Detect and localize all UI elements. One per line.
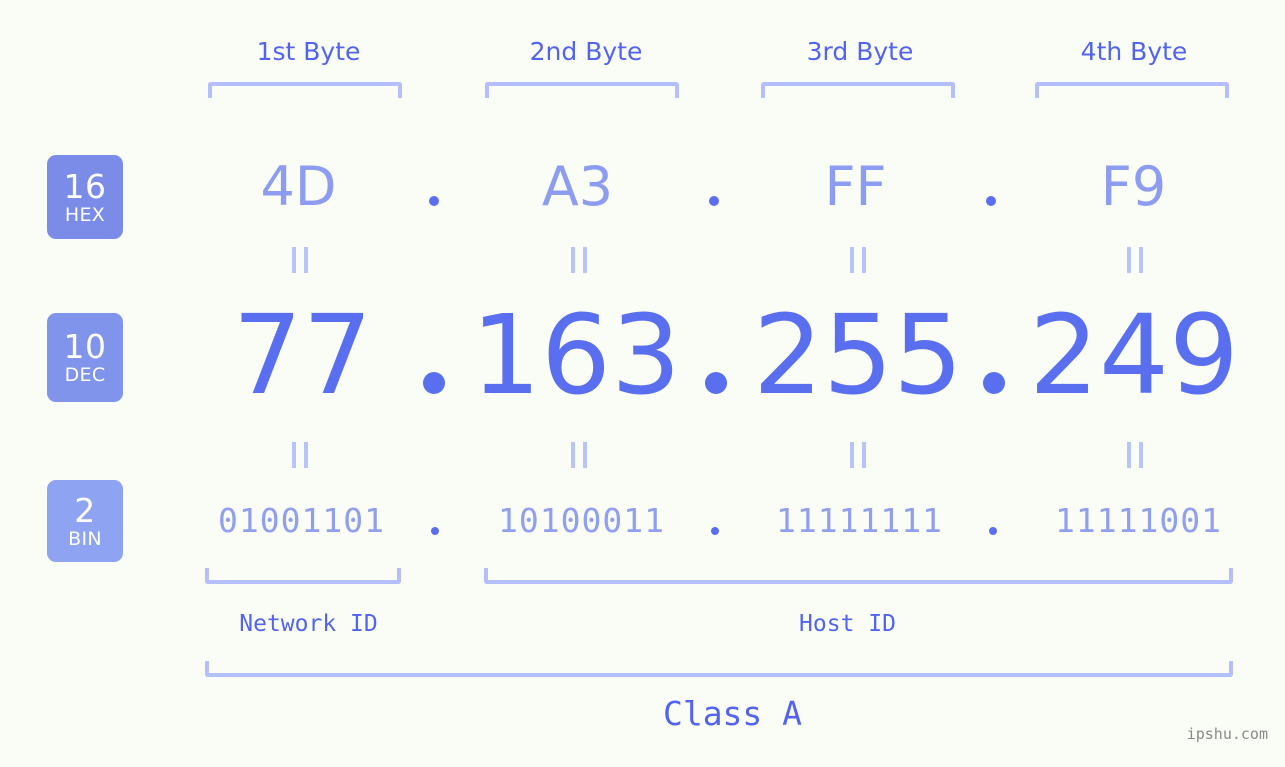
site-watermark: ipshu.com: [1186, 725, 1268, 743]
equals-marker-dec-bin-1: [292, 442, 308, 468]
byte-header-4: 4th Byte: [1080, 37, 1188, 66]
equals-marker-hex-dec-1: [292, 247, 308, 273]
equals-marker-hex-dec-4: [1127, 247, 1143, 273]
hex-byte-1: 4D: [260, 155, 337, 218]
dec-byte-1: 77: [232, 291, 373, 419]
equals-marker-hex-dec-3: [850, 247, 866, 273]
dec-byte-3: 255: [753, 291, 963, 419]
hex-byte-4: F9: [1100, 155, 1167, 218]
bin-byte-3: 11111111: [776, 501, 943, 540]
byte-bracket-4: [1035, 82, 1229, 98]
bin-byte-2: 10100011: [498, 501, 665, 540]
network-id-label: Network ID: [239, 611, 378, 637]
hex-dot-separator-3: [986, 196, 996, 206]
bin-byte-4: 11111001: [1055, 501, 1222, 540]
byte-header-3: 3rd Byte: [806, 37, 914, 66]
bin-dot-separator-1: [431, 527, 439, 535]
dec-byte-2: 163: [471, 291, 681, 419]
equals-marker-dec-bin-3: [850, 442, 866, 468]
dec-dot-separator-3: [983, 372, 1005, 394]
dec-dot-separator-2: [705, 372, 727, 394]
bin-byte-1: 01001101: [218, 501, 385, 540]
network-id-bracket: [205, 568, 401, 584]
badge-base-name: BIN: [68, 527, 102, 550]
hex-byte-2: A3: [541, 155, 614, 218]
hex-dot-separator-2: [709, 196, 719, 206]
notation-badge-bin: 2 BIN: [47, 480, 123, 562]
host-id-label: Host ID: [799, 611, 896, 637]
byte-header-2: 2nd Byte: [529, 37, 643, 66]
notation-badge-hex: 16 HEX: [47, 155, 123, 239]
bin-dot-separator-2: [711, 527, 719, 535]
class-label: Class A: [662, 694, 803, 733]
class-bracket: [205, 661, 1233, 677]
byte-header-1: 1st Byte: [256, 37, 361, 66]
equals-marker-dec-bin-4: [1127, 442, 1143, 468]
bin-dot-separator-3: [989, 527, 997, 535]
badge-base-number: 2: [74, 490, 96, 530]
dec-byte-4: 249: [1029, 291, 1239, 419]
byte-bracket-1: [208, 82, 402, 98]
equals-marker-dec-bin-2: [571, 442, 587, 468]
hex-byte-3: FF: [824, 155, 887, 218]
badge-base-number: 16: [63, 166, 107, 206]
badge-base-name: DEC: [64, 364, 106, 386]
byte-bracket-3: [761, 82, 955, 98]
hex-dot-separator-1: [429, 196, 439, 206]
dec-dot-separator-1: [423, 372, 445, 394]
notation-badge-dec: 10 DEC: [47, 313, 123, 402]
badge-base-name: HEX: [64, 203, 106, 226]
ip-breakdown-diagram: 16 HEX 10 DEC 2 BIN 1st Byte 2nd Byte 3r…: [0, 0, 1285, 767]
equals-marker-hex-dec-2: [571, 247, 587, 273]
host-id-bracket: [484, 568, 1233, 584]
badge-base-number: 10: [63, 327, 107, 366]
byte-bracket-2: [485, 82, 679, 98]
